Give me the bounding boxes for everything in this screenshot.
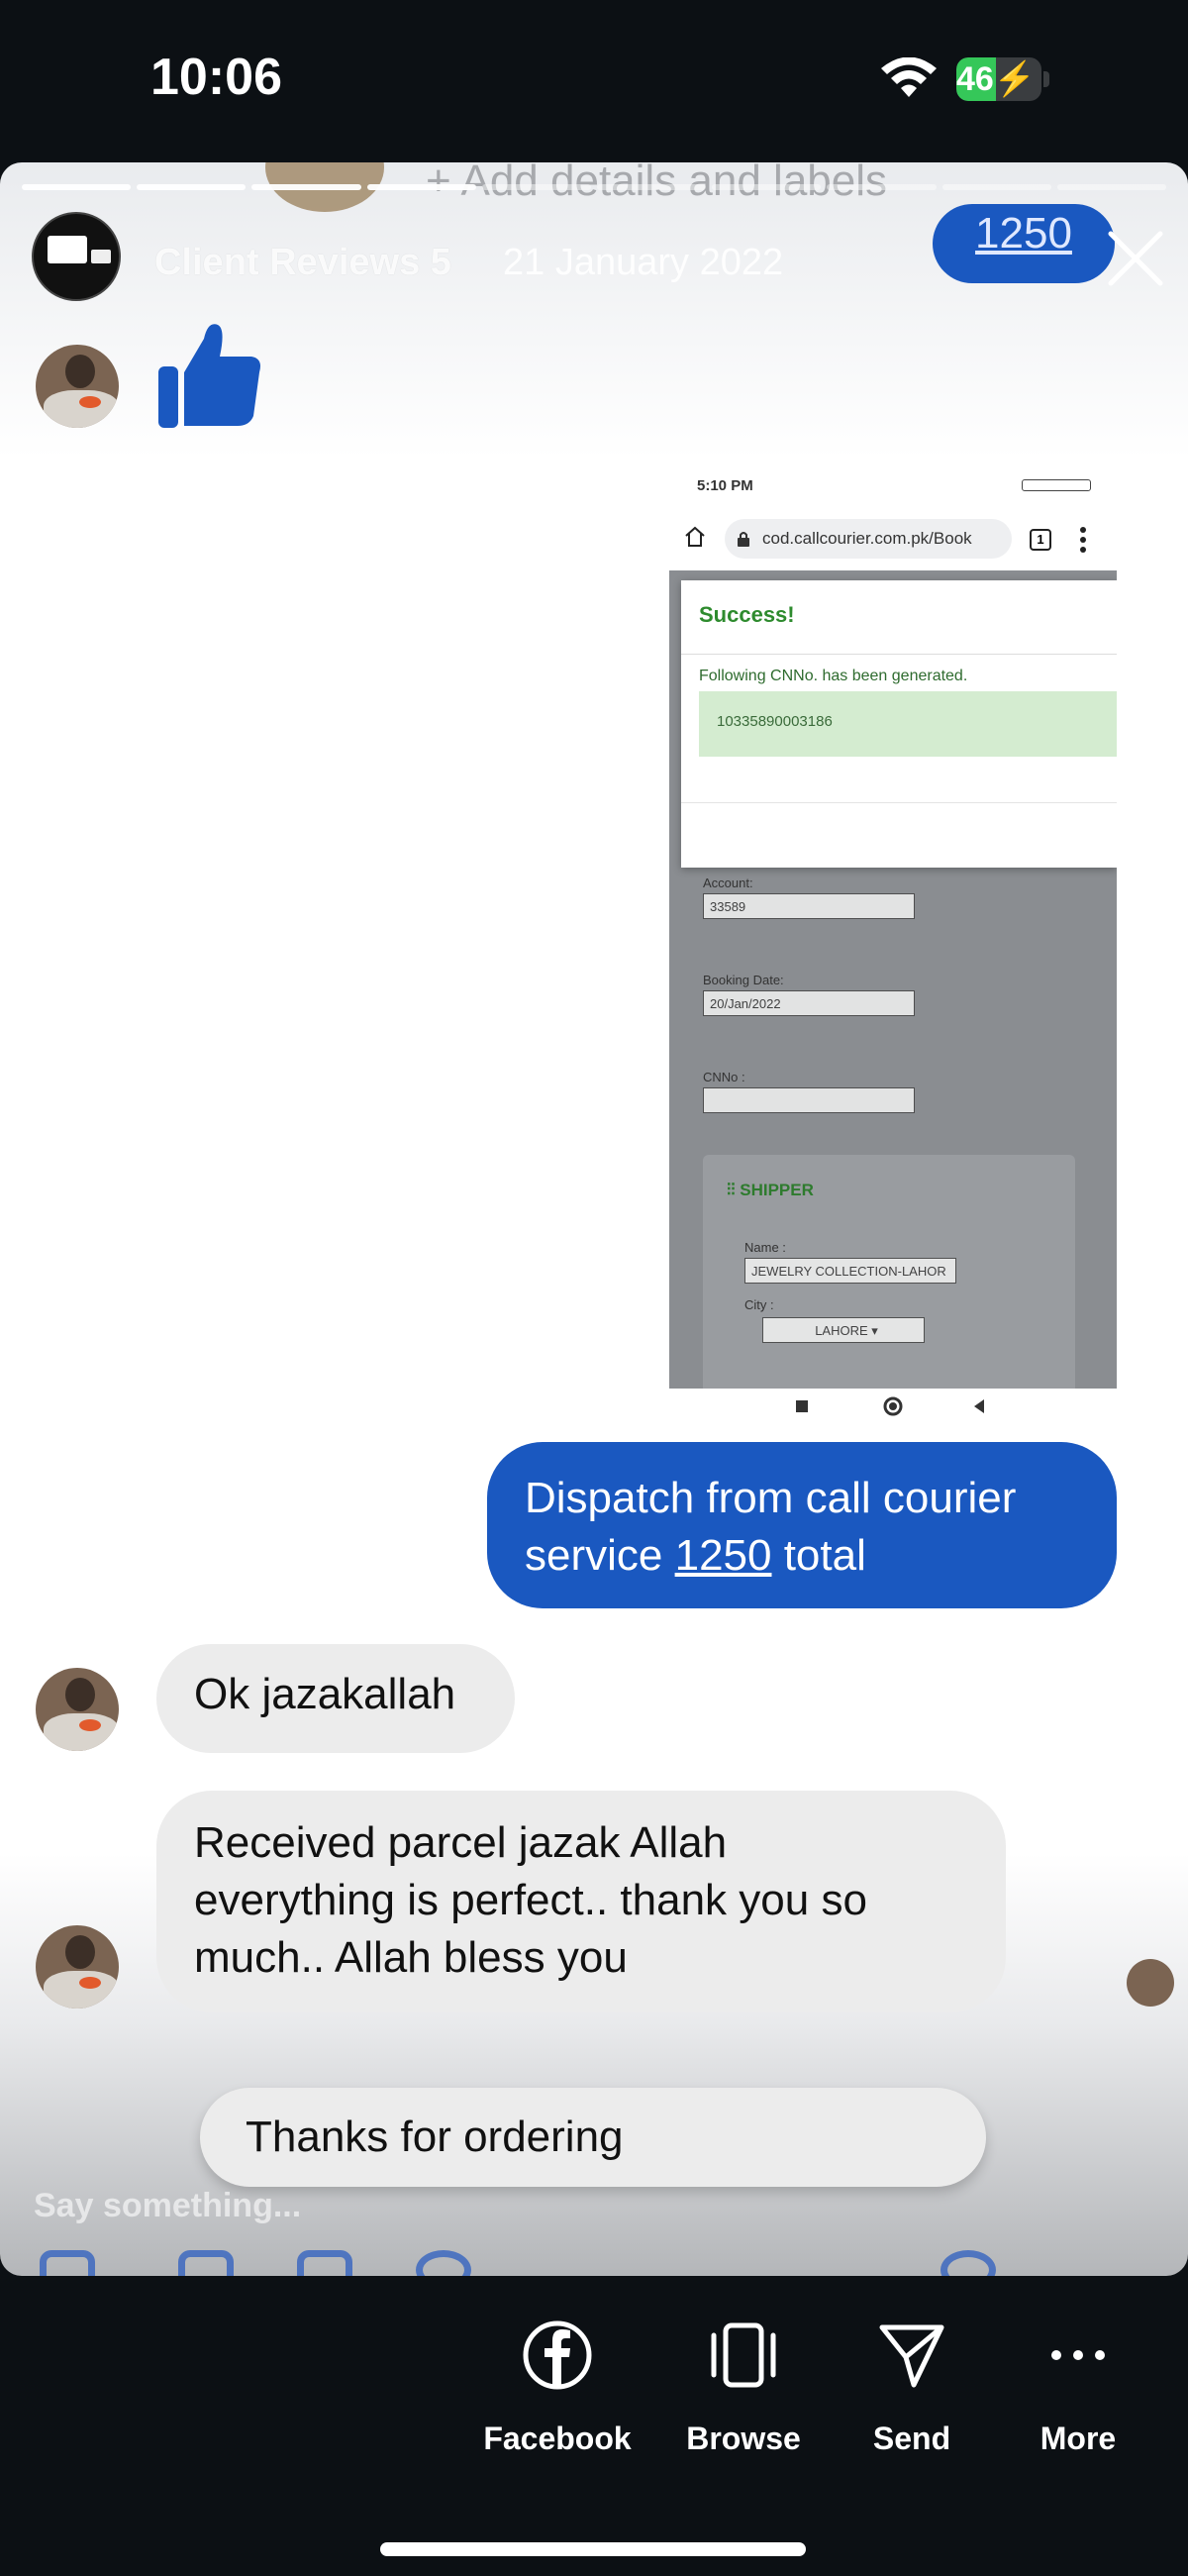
avatar-part: [65, 1678, 95, 1711]
avatar-part: [44, 1971, 119, 2009]
close-icon[interactable]: [1105, 228, 1166, 289]
shipper-section: ⫶⫶ SHIPPER Name : JEWELRY COLLECTION-LAH…: [703, 1155, 1075, 1402]
customer-avatar: [36, 1925, 119, 2009]
screenshot-nav-bar: [669, 1389, 1117, 1424]
avatar-part: [79, 1719, 101, 1731]
progress-segment: [22, 184, 132, 190]
more-button[interactable]: More: [1004, 2319, 1152, 2457]
progress-segment: [251, 184, 361, 190]
modal-text: Following CNNo. has been generated.: [699, 668, 968, 684]
received-message-bubble: Received parcel jazak Allah everything i…: [156, 1791, 1006, 2012]
camera-icon: [178, 2250, 234, 2276]
action-label: More: [1040, 2421, 1117, 2456]
avatar-part: [79, 1977, 101, 1989]
battery-cap: [1043, 71, 1049, 87]
message-line: much.. Allah bless you: [194, 1933, 628, 1982]
account-label: Account:: [703, 876, 753, 890]
story-author-name[interactable]: Client Reviews 5: [154, 242, 451, 284]
screenshot-url-bar: cod.callcourier.com.pk/Book 1: [669, 507, 1117, 570]
progress-segment: [941, 184, 1051, 190]
home-indicator[interactable]: [380, 2542, 806, 2556]
message-line: Dispatch from call courier: [525, 1474, 1017, 1522]
thumbs-up-icon: [158, 324, 260, 428]
avatar-part: [79, 396, 101, 408]
battery-indicator: 46⚡: [956, 57, 1041, 101]
story-author-avatar[interactable]: [32, 212, 121, 301]
status-time: 10:06: [150, 49, 282, 106]
cnno-field: [703, 1087, 915, 1113]
lock-icon: [738, 532, 749, 547]
progress-segment: [827, 184, 937, 190]
story-action-bar: Facebook Browse Send More: [0, 2276, 1188, 2576]
name-label: Name :: [744, 1240, 786, 1255]
avatar-part: [44, 390, 119, 428]
share-facebook-button[interactable]: Facebook: [483, 2319, 632, 2457]
facebook-icon: [523, 2320, 592, 2390]
booking-date-field: 20/Jan/2022: [703, 990, 915, 1016]
more-icon: [1051, 2350, 1105, 2360]
screenshot-status-bar: 5:10 PM: [669, 464, 1117, 503]
progress-segment: [481, 184, 592, 190]
progress-segment: [366, 184, 476, 190]
avatar-part: [65, 355, 95, 388]
status-bar: 10:06 46⚡: [0, 0, 1188, 158]
modal-title: Success!: [699, 602, 795, 627]
received-message-bubble: Ok jazakallah: [156, 1644, 515, 1753]
composer-icons: [0, 2236, 1188, 2276]
mic-icon: [416, 2250, 471, 2276]
customer-avatar: [36, 1668, 119, 1751]
avatar-doc: [48, 236, 87, 263]
success-modal: Success! Following CNNo. has been genera…: [681, 580, 1117, 868]
tab-count: 1: [1030, 529, 1051, 551]
action-label: Facebook: [483, 2421, 632, 2456]
message-line: Received parcel jazak Allah: [194, 1818, 728, 1867]
city-select: LAHORE ▾: [762, 1317, 925, 1343]
progress-segment: [137, 184, 247, 190]
home-icon: [685, 526, 705, 547]
browse-icon: [711, 2322, 776, 2388]
sent-message-bubble: Dispatch from call courier service 1250 …: [487, 1442, 1117, 1608]
story-date: 21 January 2022: [503, 242, 784, 283]
battery-percent: 46⚡: [956, 60, 1037, 98]
progress-segment: [1056, 184, 1167, 190]
progress-segment: [712, 184, 822, 190]
story-progress: [22, 184, 1167, 190]
seen-receipt-avatar: [1127, 1959, 1174, 2007]
screenshot-form-area: Success! Following CNNo. has been genera…: [669, 570, 1117, 1402]
shipper-title: ⫶⫶ SHIPPER: [727, 1181, 814, 1199]
menu-icon: [40, 2250, 95, 2276]
city-label: City :: [744, 1297, 774, 1312]
cnno-label: CNNo :: [703, 1070, 745, 1084]
message-line: everything is perfect.. thank you so: [194, 1876, 867, 1924]
shared-screenshot[interactable]: 5:10 PM cod.callcourier.com.pk/Book 1 Su…: [669, 464, 1117, 1424]
booking-date-label: Booking Date:: [703, 973, 784, 987]
avatar-doc: [91, 250, 111, 263]
gallery-icon: [297, 2250, 352, 2276]
cn-number: 10335890003186: [699, 691, 1117, 757]
story-card[interactable]: + Add details and labels 1250 Client Rev…: [0, 162, 1188, 2276]
kebab-menu-icon: [1080, 527, 1086, 553]
message-line: service 1250 total: [525, 1531, 866, 1580]
emoji-icon: [940, 2250, 996, 2276]
browse-button[interactable]: Browse: [669, 2319, 818, 2457]
divider: [681, 802, 1117, 803]
divider: [681, 654, 1117, 655]
send-button[interactable]: Send: [838, 2319, 986, 2457]
progress-segment: [597, 184, 707, 190]
screenshot-time: 5:10 PM: [697, 477, 753, 494]
avatar-part: [44, 1713, 119, 1751]
account-field: 33589: [703, 893, 915, 919]
composer-placeholder: Say something...: [34, 2187, 302, 2224]
wifi-icon: [881, 57, 937, 97]
send-icon: [879, 2324, 944, 2388]
avatar-part: [65, 1935, 95, 1969]
action-label: Browse: [686, 2421, 801, 2456]
action-label: Send: [872, 2421, 951, 2456]
screenshot-battery-icon: [1022, 479, 1091, 491]
screenshot-url: cod.callcourier.com.pk/Book: [725, 519, 1012, 559]
name-field: JEWELRY COLLECTION-LAHOR: [744, 1258, 956, 1284]
top-price-bubble: 1250: [933, 204, 1115, 283]
customer-avatar: [36, 345, 119, 428]
quick-reply-button[interactable]: Thanks for ordering: [200, 2088, 986, 2187]
